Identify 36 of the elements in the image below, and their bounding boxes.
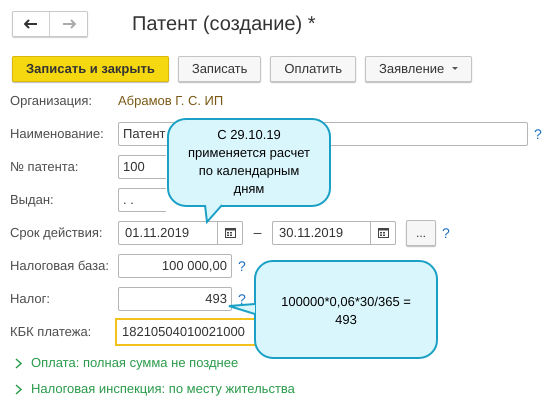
field-label: Налоговая база: <box>10 256 110 275</box>
field-label: № патента: <box>10 158 80 176</box>
field-label: Наименование: <box>10 124 105 143</box>
window-title: Патент (создание) * <box>132 12 316 37</box>
help-link[interactable]: ? <box>238 292 246 306</box>
date-field[interactable]: 30.11.2019 <box>272 220 396 244</box>
calendar-icon <box>378 227 388 238</box>
range-dash: – <box>252 223 262 242</box>
help-link[interactable]: ? <box>238 258 246 272</box>
caret-icon <box>452 66 458 70</box>
toolbar-button[interactable]: Оплатить <box>270 56 356 82</box>
select-period-button[interactable]: ... <box>406 220 436 246</box>
field-label: Выдан: <box>10 190 55 209</box>
text-field[interactable]: 18210504010021000 <box>115 318 255 346</box>
calendar-icon <box>224 227 236 238</box>
left-arrow-icon <box>24 19 38 29</box>
field-label: Организация: <box>10 92 94 110</box>
date-field[interactable]: 01.11.2019 <box>118 220 243 244</box>
field-label: КБК платежа: <box>10 322 92 341</box>
organization-value: Абрамов Г. С. ИП <box>118 92 224 110</box>
toolbar-button[interactable]: Записать и закрыть <box>12 56 169 82</box>
section-link[interactable]: Налоговая инспекция: по месту жительства <box>31 379 295 399</box>
section-link[interactable]: Оплата: полная сумма не позднее <box>31 353 238 373</box>
field-label: Налог: <box>10 290 51 308</box>
help-link[interactable]: ? <box>534 126 542 140</box>
text-field[interactable]: . . <box>118 188 166 212</box>
tooltip-text: 100000*0,06*30/365 = 493 <box>280 293 412 329</box>
dropdown-button[interactable]: Заявление <box>365 56 472 82</box>
amount-field[interactable]: 493 <box>118 286 232 310</box>
help-link[interactable]: ? <box>442 226 450 240</box>
tooltip-text: С 29.10.19 применяется расчет по календарным дням <box>186 126 311 198</box>
toolbar-button[interactable]: Записать <box>178 56 262 82</box>
text-field[interactable]: 100 <box>118 154 166 178</box>
amount-field[interactable]: 100 000,00 <box>118 254 232 278</box>
right-arrow-icon <box>62 19 76 29</box>
field-label: Срок действия: <box>10 224 104 242</box>
